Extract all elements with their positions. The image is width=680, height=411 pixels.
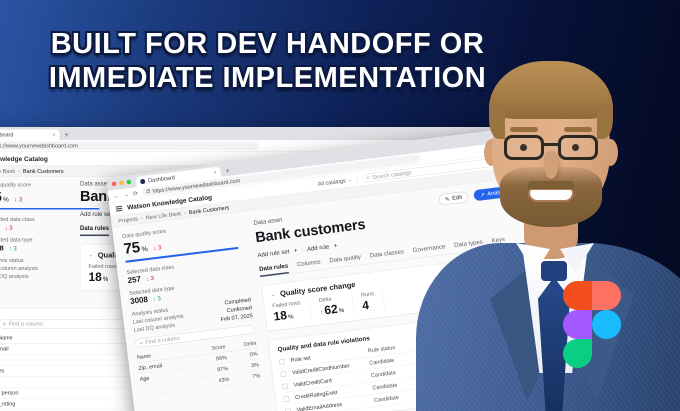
headline-line2: IMMEDIATE IMPLEMENTATION: [48, 62, 487, 94]
browser-tab[interactable]: Dashboard ×: [0, 129, 60, 140]
tab-favicon: [139, 178, 146, 185]
back-icon[interactable]: ←: [113, 192, 120, 200]
search-icon: ⌕: [366, 174, 371, 181]
figma-logo-blue: [592, 310, 621, 339]
figma-logo-green: [563, 339, 592, 368]
tab-title: Dashboard: [147, 174, 176, 184]
tab-data-quality[interactable]: Data quality: [329, 253, 362, 268]
eyebrow: [510, 127, 538, 132]
hair: [489, 105, 505, 139]
hair: [597, 105, 613, 139]
checkbox[interactable]: [280, 370, 287, 377]
eyebrow: [564, 127, 592, 132]
chevron-down-icon: ⌄: [347, 177, 353, 184]
plus-icon[interactable]: +: [293, 246, 298, 254]
breadcrumb-item[interactable]: Bank Customers: [23, 168, 64, 174]
tab-title: Dashboard: [0, 131, 14, 138]
eye: [520, 144, 527, 151]
up-arrow-icon: ↑: [152, 295, 157, 303]
tab-close-icon[interactable]: ×: [52, 132, 55, 138]
breadcrumb-item[interactable]: Projects: [118, 216, 138, 224]
down-arrow-icon: ↓: [145, 275, 150, 283]
add-rule-set-button[interactable]: Add rule set: [257, 247, 290, 258]
close-window-button[interactable]: [111, 181, 117, 187]
down-arrow-icon: ↓: [14, 196, 18, 203]
headline: BUILT FOR DEV HANDOFF OR IMMEDIATE IMPLE…: [0, 27, 535, 95]
add-rule-set-button[interactable]: Add rule set: [80, 210, 112, 217]
runs-stat: Runs 4: [360, 289, 386, 314]
asset-label: Data asset: [253, 215, 283, 227]
columns-table: Name Score Delta Zip, email 99% 0% Age 97% 3…: [136, 337, 261, 396]
tab-columns[interactable]: Columns: [297, 258, 322, 272]
figma-logo-salmon: [592, 281, 621, 310]
collapse-icon[interactable]: ⌄: [271, 292, 276, 298]
score-delta: ↓ 3: [152, 243, 162, 252]
collapse-icon[interactable]: ⌄: [89, 253, 93, 259]
figma-logo: [563, 281, 621, 368]
figma-logo-purple: [563, 310, 592, 339]
glasses-bridge: [544, 143, 558, 146]
maximize-window-button[interactable]: [126, 179, 132, 185]
lock-icon: [146, 190, 151, 194]
man-portrait: [412, 55, 680, 411]
tab-data-rules[interactable]: Data rules: [80, 225, 110, 236]
app-title: Watson Knowledge Catalog: [0, 155, 48, 163]
hamburger-icon[interactable]: [115, 205, 123, 213]
checkbox[interactable]: [283, 395, 290, 402]
breadcrumb-item[interactable]: New Life Bank: [0, 168, 15, 174]
tab-data-classes[interactable]: Data classes: [369, 248, 404, 264]
reload-icon[interactable]: ⟳: [133, 189, 139, 197]
tie-knot: [541, 261, 567, 281]
checkbox[interactable]: [281, 383, 289, 390]
search-icon: ⌕: [139, 339, 144, 346]
figma-logo-red: [563, 281, 592, 310]
score-delta: ↓ 3: [14, 196, 23, 203]
eye: [572, 144, 579, 151]
new-tab-button[interactable]: +: [225, 166, 230, 176]
down-arrow-icon: ↓: [4, 224, 8, 232]
failed-rows-stat: Failed rows 18%: [271, 298, 312, 325]
window-controls[interactable]: [111, 175, 132, 190]
minimize-window-button[interactable]: [118, 180, 124, 186]
tab-close-icon[interactable]: ×: [213, 169, 217, 175]
new-tab-button[interactable]: +: [65, 131, 69, 141]
add-rule-button[interactable]: Add rule: [307, 243, 330, 253]
nose: [544, 151, 558, 179]
promo-graphic: BUILT FOR DEV HANDOFF OR IMMEDIATE IMPLE…: [0, 0, 680, 411]
delta-stat: Delta ↑ 62%: [318, 293, 355, 319]
plus-icon[interactable]: +: [333, 241, 338, 249]
catalogs-dropdown[interactable]: All catalogs ⌄: [317, 176, 358, 187]
forward-icon[interactable]: →: [123, 191, 130, 199]
checkbox[interactable]: [278, 358, 285, 365]
search-icon: ⌕: [3, 320, 7, 327]
down-arrow-icon: ↓: [152, 244, 157, 252]
address-bar[interactable]: https://www.yournewdashboard.com: [0, 141, 260, 150]
headline-line1: BUILT FOR DEV HANDOFF OR: [50, 28, 485, 60]
tab-data-rules[interactable]: Data rules: [258, 261, 290, 277]
url-text: https://www.yournewdashboard.com: [0, 142, 78, 149]
up-arrow-icon: ↑: [8, 245, 12, 252]
smile: [528, 189, 574, 202]
